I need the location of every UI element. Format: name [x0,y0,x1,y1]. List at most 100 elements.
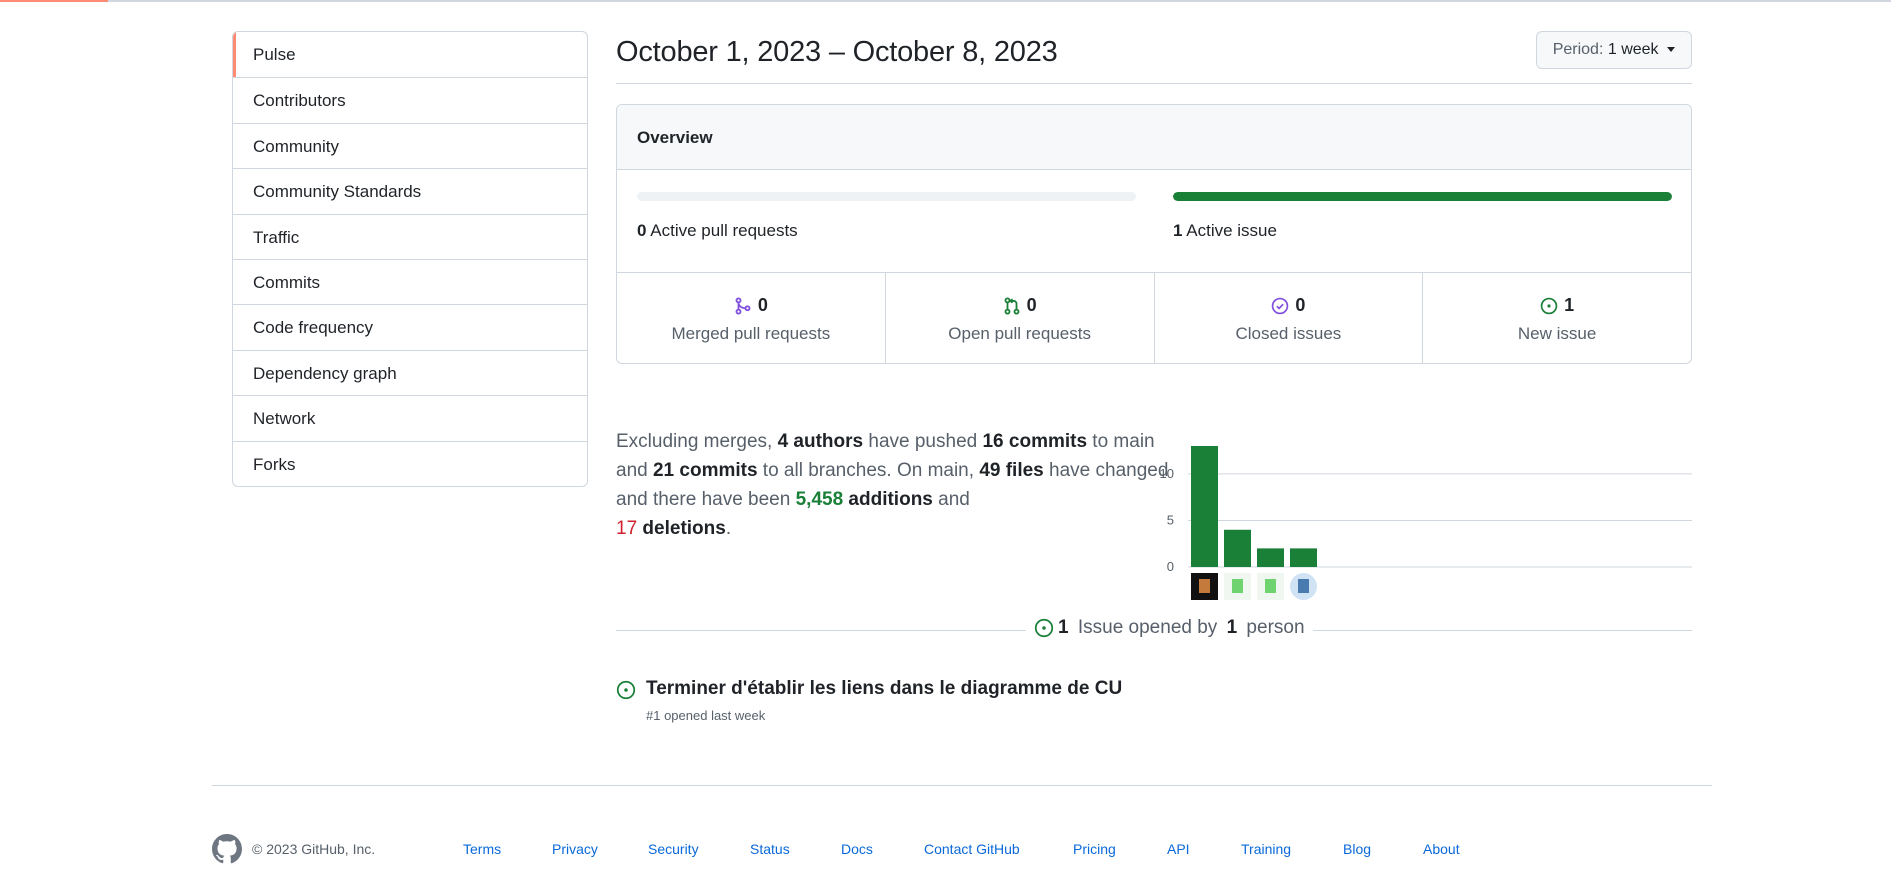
summary-text: Excluding merges, [616,431,778,452]
chart-bar [1290,548,1317,567]
author-avatar [1224,573,1251,600]
footer-link-docs[interactable]: Docs [841,841,873,857]
page-title: October 1, 2023 – October 8, 2023 [616,36,1058,68]
author-avatar [1191,573,1218,600]
sidebar-item-network[interactable]: Network [233,395,587,440]
pull-requests-progress [637,192,1136,201]
stat-open-pull-requests[interactable]: 0 Open pull requests [884,273,1154,363]
summary-text: . [725,518,732,539]
summary-files[interactable]: 49 files [979,460,1043,481]
sidebar-item-commits[interactable]: Commits [233,258,587,304]
summary-deletions-label: deletions [637,518,726,539]
active-pull-requests-count: 0 [637,221,647,240]
period-dropdown-button[interactable]: Period: 1 week [1535,31,1692,69]
summary-commits-main[interactable]: 16 commits [982,431,1087,452]
top-border [0,0,1891,2]
sidebar-item-community-standards[interactable]: Community Standards [233,168,587,213]
sidebar-item-pulse[interactable]: Pulse [233,32,587,78]
author-avatar [1257,573,1284,600]
issues-summary: 1 Issue opened by 1 person [1026,617,1313,639]
summary-text: to all branches. On main, [757,460,980,481]
overview-stats: 0 Merged pull requests 0 Open pull reque… [617,273,1691,363]
issue-opened-icon [1034,618,1054,638]
page-load-progress [0,0,108,2]
footer-link-status[interactable]: Status [750,841,790,857]
summary-text: and [932,489,970,510]
period-value: 1 week [1607,41,1659,58]
new-issue-label: New issue [1517,323,1597,343]
issue-opened-icon [616,680,636,700]
issues-progress [1173,192,1672,201]
chart-y-tick-label: 10 [1160,466,1174,481]
footer-link-training[interactable]: Training [1241,841,1291,857]
footer-link-contact-github[interactable]: Contact GitHub [924,841,1020,857]
issues-section-header: 1 Issue opened by 1 person [616,617,1692,647]
commit-summary: Excluding merges, 4 authors have pushed … [616,427,1171,543]
active-pull-requests-text[interactable]: 0 Active pull requests [637,221,798,241]
period-prefix: Period: [1552,41,1604,58]
stat-new-issue[interactable]: 1 New issue [1422,273,1691,363]
active-pull-requests-label: Active pull requests [650,221,798,240]
git-merge-icon [735,296,751,315]
overview-title: Overview [617,105,1691,170]
sidebar-item-code-frequency[interactable]: Code frequency [233,304,587,349]
caret-down-icon [1667,47,1675,53]
merged-pull-requests-label: Merged pull requests [671,323,831,343]
new-issue-count: 1 [1564,295,1575,315]
issues-opened-count: 1 [1058,617,1069,638]
insights-sidebar: Pulse Contributors Community Community S… [232,31,588,487]
sidebar-item-traffic[interactable]: Traffic [233,213,587,259]
overview-progress-row: 0 Active pull requests 1 Active issue [617,170,1691,273]
chart-y-tick-label: 5 [1167,512,1174,527]
pulse-header: October 1, 2023 – October 8, 2023 Period… [616,30,1692,84]
footer-divider [212,785,1712,786]
git-pull-request-icon [1004,296,1020,315]
footer-link-security[interactable]: Security [648,841,699,857]
footer-link-pricing[interactable]: Pricing [1073,841,1116,857]
summary-authors[interactable]: 4 authors [778,431,864,452]
footer: © 2023 GitHub, Inc. Terms Privacy Securi… [212,834,1692,864]
chart-bar [1257,548,1284,567]
merged-pull-requests-count: 0 [757,295,768,315]
issues-summary-text: Issue opened by [1072,617,1223,638]
issue-title-link[interactable]: Terminer d'établir les liens dans le dia… [646,678,1122,700]
footer-link-blog[interactable]: Blog [1343,841,1371,857]
active-issues-label: Active issue [1186,221,1277,240]
sidebar-item-forks[interactable]: Forks [233,440,587,486]
github-logo-icon[interactable] [212,834,242,864]
summary-additions-count: 5,458 [795,489,844,510]
issues-summary-tail: person [1241,617,1305,638]
active-issues-text[interactable]: 1 Active issue [1173,221,1277,241]
sidebar-item-community[interactable]: Community [233,122,587,168]
closed-issues-label: Closed issues [1235,323,1342,343]
issue-closed-icon [1272,297,1289,314]
footer-link-terms[interactable]: Terms [463,841,501,857]
chart-y-tick-label: 0 [1167,559,1174,574]
stat-closed-issues[interactable]: 0 Closed issues [1153,273,1423,363]
chart-bar [1191,446,1218,567]
open-pull-requests-label: Open pull requests [948,323,1091,343]
overview-box: Overview 0 Active pull requests 1 Active… [616,104,1692,364]
copyright-text: © 2023 GitHub, Inc. [252,841,376,857]
pulse-main: October 1, 2023 – October 8, 2023 Period… [616,30,1692,723]
summary-text: have pushed [863,431,983,452]
issues-people-count: 1 [1226,617,1238,638]
author-avatar [1290,573,1317,600]
issue-opened-icon [1540,297,1558,314]
chart-bar [1224,529,1251,567]
footer-link-privacy[interactable]: Privacy [552,841,598,857]
summary-additions-label: additions [843,489,933,510]
summary-deletions-count: 17 [616,518,638,539]
summary-commits-all[interactable]: 21 commits [653,460,758,481]
sidebar-item-dependency-graph[interactable]: Dependency graph [233,349,587,395]
sidebar-item-contributors[interactable]: Contributors [233,77,587,122]
active-issues-count: 1 [1173,221,1183,240]
issue-meta: #1 opened last week [646,708,766,723]
open-pull-requests-count: 0 [1026,295,1037,315]
stat-merged-pull-requests[interactable]: 0 Merged pull requests [617,273,885,363]
footer-link-api[interactable]: API [1167,841,1190,857]
commits-by-author-chart: 0 5 10 [1160,446,1692,600]
closed-issues-count: 0 [1295,295,1306,315]
issues-progress-fill [1173,192,1672,201]
footer-link-about[interactable]: About [1423,841,1460,857]
